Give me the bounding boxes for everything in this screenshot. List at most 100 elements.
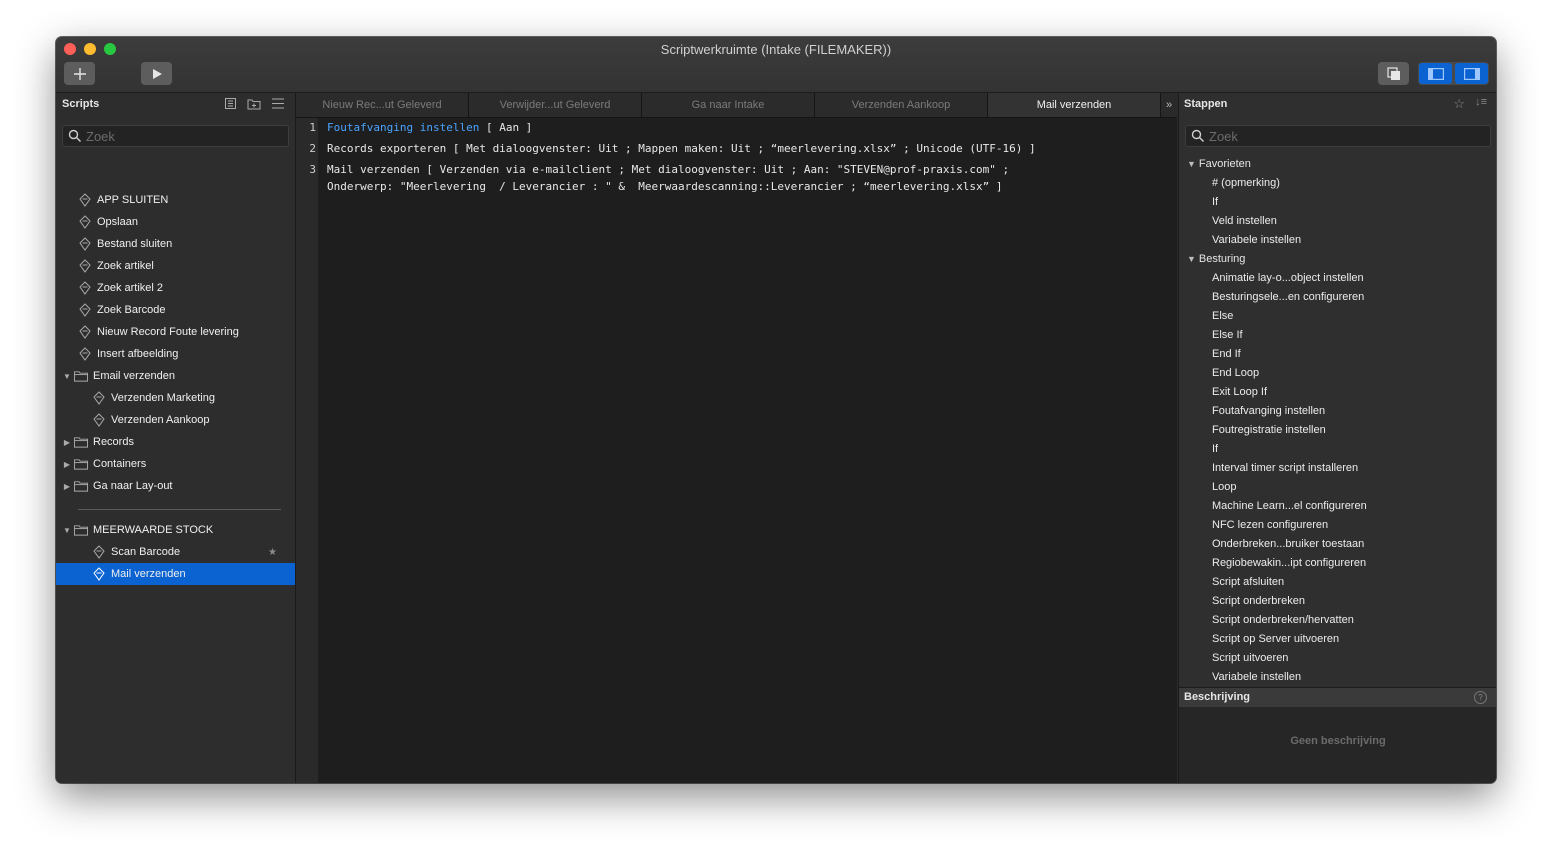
step-item[interactable]: Regiobewakin...ipt configureren (1212, 553, 1366, 572)
step-item[interactable]: Foutregistratie instellen (1212, 420, 1326, 439)
step-item[interactable]: Animatie lay-o...object instellen (1212, 268, 1364, 287)
step-item[interactable]: NFC lezen configureren (1212, 515, 1328, 534)
script-label: Zoek artikel (97, 260, 154, 272)
step-item[interactable]: Onderbreken...bruiker toestaan (1212, 534, 1364, 553)
script-icon (78, 347, 92, 361)
step-params: [ Aan ] (479, 121, 533, 134)
script-item-zoek-artikel[interactable]: Zoek artikel (56, 255, 295, 277)
script-label: Bestand sluiten (97, 238, 173, 250)
line-number: 2 (309, 142, 316, 155)
folder-records[interactable]: ▶ Records (56, 431, 295, 453)
step-item[interactable]: Loop (1212, 477, 1236, 496)
script-item-zoek-barcode[interactable]: Zoek Barcode (56, 299, 295, 321)
folder-containers[interactable]: ▶ Containers (56, 453, 295, 475)
toggle-left-panel-button[interactable] (1419, 63, 1452, 84)
script-item-insert-afbeelding[interactable]: Insert afbeelding (56, 343, 295, 365)
tab-verwijder[interactable]: Verwijder...ut Geleverd (469, 93, 642, 117)
step-item[interactable]: Else If (1212, 325, 1243, 344)
step-item[interactable]: Script onderbreken (1212, 591, 1305, 610)
step-item[interactable]: Interval timer script installeren (1212, 458, 1358, 477)
toggle-right-panel-button[interactable] (1455, 63, 1488, 84)
script-label: Opslaan (97, 216, 138, 228)
tab-verzenden-aankoop[interactable]: Verzenden Aankoop (815, 93, 988, 117)
description-title: Beschrijving (1184, 691, 1251, 703)
tab-nieuw-record[interactable]: Nieuw Rec...ut Geleverd (296, 93, 469, 117)
step-item[interactable]: Variabele instellen (1212, 230, 1301, 249)
step-item[interactable]: Besturingsele...en configureren (1212, 287, 1364, 306)
disclosure-expanded-icon[interactable]: ▼ (62, 372, 72, 381)
new-folder-icon[interactable] (247, 97, 261, 110)
category-label: Besturing (1198, 252, 1246, 265)
scripts-toolbar (224, 97, 285, 110)
script-item-mail-verzenden[interactable]: Mail verzenden (56, 563, 295, 585)
script-step[interactable]: Foutafvanging instellen [ Aan ] (327, 121, 532, 134)
script-icon (78, 193, 92, 207)
scripts-search-field[interactable]: Zoek (62, 125, 289, 147)
category-besturing[interactable]: ▼ Besturing (1187, 249, 1245, 268)
step-item[interactable]: Veld instellen (1212, 211, 1277, 230)
step-item[interactable]: Script onderbreken/hervatten (1212, 610, 1354, 629)
script-item-opslaan[interactable]: Opslaan (56, 211, 295, 233)
more-tabs-button[interactable]: » (1161, 93, 1177, 117)
steps-toolbar: ☆ ↓≡ (1453, 96, 1487, 112)
step-item[interactable]: Else (1212, 306, 1233, 325)
script-icon (92, 567, 106, 581)
window-arrange-button[interactable] (1378, 62, 1409, 85)
script-item-scan-barcode[interactable]: Scan Barcode ★ (56, 541, 295, 563)
step-item[interactable]: Foutafvanging instellen (1212, 401, 1325, 420)
script-label: Scan Barcode (111, 546, 181, 558)
title-bar: Scriptwerkruimte (Intake (FILEMAKER)) (56, 37, 1496, 93)
step-item[interactable]: Script op Server uitvoeren (1212, 629, 1339, 648)
new-script-icon[interactable] (224, 97, 237, 110)
script-step-continuation[interactable]: Onderwerp: "Meerlevering / Leverancier :… (327, 180, 1003, 193)
step-keyword: Foutafvanging instellen (327, 121, 480, 134)
disclosure-collapsed-icon[interactable]: ▶ (62, 460, 72, 469)
folder-meerwaarde-stock[interactable]: ▼ MEERWAARDE STOCK (56, 519, 295, 541)
script-item-verzenden-marketing[interactable]: Verzenden Marketing (56, 387, 295, 409)
folder-label: MEERWAARDE STOCK (93, 524, 214, 536)
separator-icon[interactable] (271, 97, 285, 110)
script-label: Zoek Barcode (97, 304, 166, 316)
step-item[interactable]: If (1212, 192, 1218, 211)
script-step[interactable]: Mail verzenden [ Verzenden via e-mailcli… (327, 163, 1009, 176)
line-number: 3 (309, 163, 316, 176)
step-item[interactable]: Variabele instellen (1212, 667, 1301, 686)
script-item-verzenden-aankoop[interactable]: Verzenden Aankoop (56, 409, 295, 431)
folder-label: Email verzenden (93, 370, 175, 382)
script-item-zoek-artikel-2[interactable]: Zoek artikel 2 (56, 277, 295, 299)
sort-icon[interactable]: ↓≡ (1475, 96, 1487, 112)
step-item[interactable]: End If (1212, 344, 1241, 363)
scripts-search-placeholder: Zoek (86, 128, 115, 144)
script-item-bestand-sluiten[interactable]: Bestand sluiten (56, 233, 295, 255)
step-item[interactable]: End Loop (1212, 363, 1259, 382)
disclosure-expanded-icon[interactable]: ▼ (62, 526, 72, 535)
script-icon (78, 325, 92, 339)
help-icon[interactable]: ? (1474, 691, 1487, 704)
folder-ga-naar-lay-out[interactable]: ▶ Ga naar Lay-out (56, 475, 295, 497)
favorite-star-icon[interactable]: ★ (268, 547, 277, 558)
run-script-button[interactable] (141, 62, 172, 85)
steps-search-field[interactable]: Zoek (1185, 125, 1491, 147)
step-item[interactable]: If (1212, 439, 1218, 458)
new-script-button[interactable] (64, 62, 95, 85)
folder-email-verzenden[interactable]: ▼ Email verzenden (56, 365, 295, 387)
disclosure-expanded-icon: ▼ (1187, 158, 1196, 169)
script-separator[interactable] (78, 509, 281, 510)
script-item-nieuw-record[interactable]: Nieuw Record Foute levering (56, 321, 295, 343)
tab-mail-verzenden[interactable]: Mail verzenden (988, 93, 1161, 117)
script-item-app-sluiten[interactable]: APP SLUITEN (56, 189, 295, 211)
step-item[interactable]: Machine Learn...el configureren (1212, 496, 1367, 515)
disclosure-collapsed-icon[interactable]: ▶ (62, 482, 72, 491)
step-item[interactable]: Script afsluiten (1212, 572, 1284, 591)
step-item[interactable]: Script uitvoeren (1212, 648, 1288, 667)
step-item[interactable]: Exit Loop If (1212, 382, 1267, 401)
script-step[interactable]: Records exporteren [ Met dialoogvenster:… (327, 142, 1036, 155)
step-item[interactable]: # (opmerking) (1212, 173, 1280, 192)
favorites-star-icon[interactable]: ☆ (1453, 96, 1465, 112)
category-favorieten[interactable]: ▼ Favorieten (1187, 154, 1251, 173)
tab-ga-naar-intake[interactable]: Ga naar Intake (642, 93, 815, 117)
script-icon (92, 391, 106, 405)
script-label: Insert afbeelding (97, 348, 179, 360)
disclosure-collapsed-icon[interactable]: ▶ (62, 438, 72, 447)
folder-label: Records (93, 436, 134, 448)
